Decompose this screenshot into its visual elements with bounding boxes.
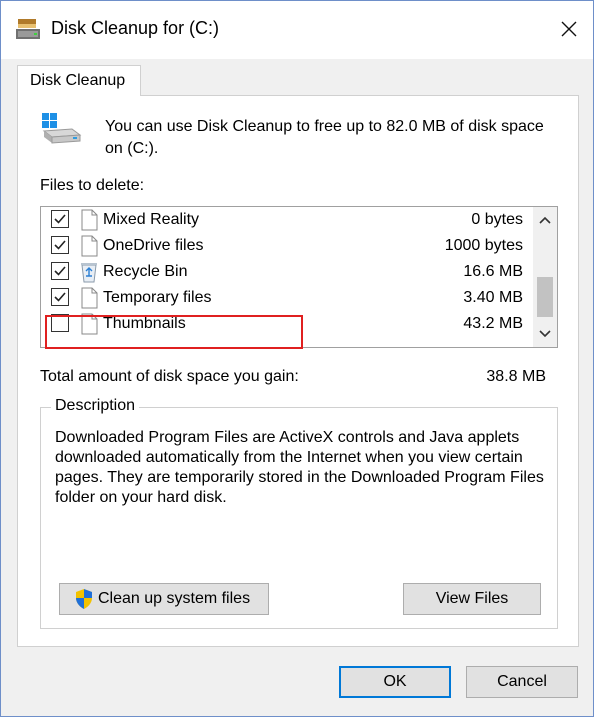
ok-button[interactable]: OK bbox=[339, 666, 451, 698]
checkbox-mixed-reality[interactable] bbox=[51, 210, 69, 228]
total-gain-value: 38.8 MB bbox=[486, 368, 546, 385]
item-size: 3.40 MB bbox=[463, 289, 523, 306]
scroll-down-button[interactable] bbox=[533, 323, 557, 345]
window-title: Disk Cleanup for (C:) bbox=[51, 18, 220, 38]
item-size: 16.6 MB bbox=[463, 263, 523, 280]
item-name: Temporary files bbox=[103, 289, 212, 306]
description-group: Description Downloaded Program Files are… bbox=[40, 397, 558, 629]
close-button[interactable] bbox=[549, 9, 589, 49]
item-name: Mixed Reality bbox=[103, 211, 200, 228]
intro-text: You can use Disk Cleanup to free up to 8… bbox=[105, 118, 544, 157]
checkmark-icon bbox=[54, 292, 66, 302]
list-item[interactable]: Temporary files 3.40 MB bbox=[41, 285, 533, 311]
file-icon bbox=[81, 209, 98, 231]
checkmark-icon bbox=[54, 214, 66, 224]
list-scrollbar[interactable] bbox=[533, 207, 557, 347]
tab-disk-cleanup[interactable]: Disk Cleanup bbox=[17, 65, 141, 96]
checkbox-recycle-bin[interactable] bbox=[51, 262, 69, 280]
scroll-up-button[interactable] bbox=[533, 209, 557, 231]
disk-cleanup-window: Disk Cleanup for (C:) Disk Cleanup You c… bbox=[0, 0, 594, 717]
disk-cleanup-app-icon bbox=[16, 19, 40, 39]
cancel-button[interactable]: Cancel bbox=[466, 666, 578, 698]
item-name: OneDrive files bbox=[103, 237, 204, 254]
list-item[interactable]: Recycle Bin 16.6 MB bbox=[41, 259, 533, 285]
checkbox-temporary-files[interactable] bbox=[51, 288, 69, 306]
chevron-down-icon bbox=[539, 330, 551, 338]
item-size: 0 bytes bbox=[471, 211, 523, 228]
checkbox-thumbnails[interactable] bbox=[51, 314, 69, 332]
files-to-delete-label: Files to delete: bbox=[40, 177, 145, 194]
view-files-button[interactable]: View Files bbox=[403, 583, 541, 615]
chevron-up-icon bbox=[539, 216, 551, 224]
close-icon bbox=[561, 21, 577, 37]
drive-icon bbox=[42, 113, 82, 144]
item-size: 1000 bytes bbox=[444, 237, 523, 254]
list-item[interactable]: OneDrive files 1000 bytes bbox=[41, 233, 533, 259]
description-legend: Description bbox=[51, 397, 140, 415]
tab-panel: You can use Disk Cleanup to free up to 8… bbox=[17, 95, 579, 647]
description-text: Downloaded Program Files are ActiveX con… bbox=[55, 429, 544, 506]
files-list: Mixed Reality 0 bytes OneDrive files 100… bbox=[40, 206, 558, 348]
item-name: Thumbnails bbox=[103, 315, 186, 332]
file-icon bbox=[81, 235, 98, 257]
scroll-thumb[interactable] bbox=[537, 277, 553, 317]
item-name: Recycle Bin bbox=[103, 263, 188, 280]
recycle-bin-icon bbox=[81, 263, 97, 283]
checkmark-icon bbox=[54, 266, 66, 276]
clean-up-system-files-button[interactable]: Clean up system files bbox=[59, 583, 269, 615]
file-icon bbox=[81, 287, 98, 309]
clean-up-system-files-label: Clean up system files bbox=[98, 590, 251, 607]
checkbox-onedrive-files[interactable] bbox=[51, 236, 69, 254]
title-bar: Disk Cleanup for (C:) bbox=[1, 1, 593, 59]
checkmark-icon bbox=[54, 240, 66, 250]
item-size: 43.2 MB bbox=[463, 315, 523, 332]
total-gain-label: Total amount of disk space you gain: bbox=[40, 368, 299, 385]
uac-shield-icon bbox=[76, 589, 92, 609]
file-icon bbox=[81, 313, 98, 335]
list-item[interactable]: Thumbnails 43.2 MB bbox=[41, 311, 533, 337]
list-item[interactable]: Mixed Reality 0 bytes bbox=[41, 207, 533, 233]
